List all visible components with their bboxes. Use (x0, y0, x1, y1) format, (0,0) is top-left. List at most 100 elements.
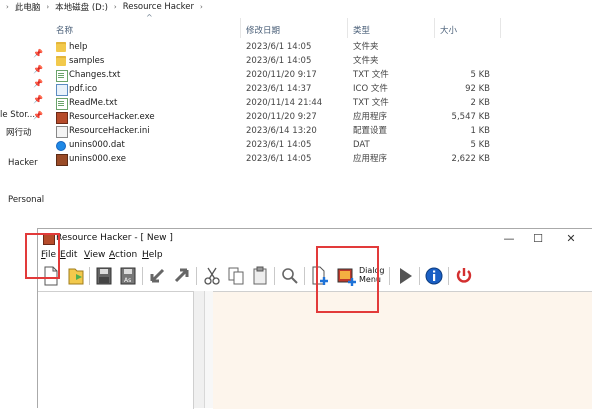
folder-icon (56, 42, 66, 52)
paste-icon[interactable] (250, 265, 270, 287)
nav-item-network-action[interactable]: 网行动 (6, 126, 32, 138)
file-row[interactable]: samples 2023/6/1 14:05 文件夹 (50, 54, 550, 68)
file-row[interactable]: unins000.dat 2023/6/1 14:05 DAT 5 KB (50, 138, 550, 152)
file-size: 2 KB (470, 98, 490, 108)
minimize-icon[interactable]: — (500, 231, 518, 247)
file-size: 1 KB (470, 126, 490, 136)
breadcrumb-resource-hacker[interactable]: Resource Hacker (123, 2, 194, 12)
menu-action[interactable]: Action (109, 250, 137, 260)
toolbar-separator (389, 267, 390, 285)
menu-bar: File Edit View Action Help (38, 249, 592, 263)
column-divider[interactable] (240, 18, 241, 38)
resource-hacker-window: Resource Hacker - [ New ] — ☐ ✕ File Edi… (37, 228, 592, 409)
menu-edit[interactable]: Edit (60, 250, 77, 260)
file-date: 2020/11/20 9:17 (246, 70, 317, 80)
resource-hacker-icon (56, 112, 68, 124)
dat-file-icon (56, 141, 66, 151)
play-icon[interactable] (395, 265, 415, 287)
toolbar-separator (304, 267, 305, 285)
folder-icon (56, 56, 66, 66)
nav-item-personal[interactable]: Personal (8, 195, 44, 205)
menu-view[interactable]: View (84, 250, 105, 260)
title-bar[interactable]: Resource Hacker - [ New ] — ☐ ✕ (38, 229, 592, 249)
pin-icon: 📌 (33, 49, 43, 58)
scissors-icon[interactable] (202, 265, 222, 287)
save-icon[interactable] (94, 265, 114, 287)
svg-text:As: As (124, 277, 131, 284)
open-file-icon[interactable] (66, 265, 86, 287)
file-row[interactable]: ReadMe.txt 2020/11/14 21:44 TXT 文件 2 KB (50, 96, 550, 110)
chevron-right-icon: › (113, 3, 117, 11)
file-type: 配置设置 (353, 126, 388, 136)
text-file-icon (56, 98, 68, 110)
forward-arrow-icon[interactable] (172, 265, 192, 287)
file-row[interactable]: help 2023/6/1 14:05 文件夹 (50, 40, 550, 54)
pin-icon: 📌 (33, 79, 43, 88)
column-divider[interactable] (347, 18, 348, 38)
toolbar: As Dialog Menu (38, 263, 592, 291)
file-row[interactable]: Changes.txt 2020/11/20 9:17 TXT 文件 5 KB (50, 68, 550, 82)
toolbar-separator (142, 267, 143, 285)
editor-pane[interactable] (213, 291, 592, 409)
file-row[interactable]: ResourceHacker.ini 2023/6/14 13:20 配置设置 … (50, 124, 550, 138)
menu-help[interactable]: Help (142, 250, 163, 260)
nav-item-store[interactable]: le Stor... (0, 110, 35, 120)
chevron-right-icon: › (6, 3, 9, 11)
file-type: 文件夹 (353, 56, 379, 66)
file-name: unins000.dat (69, 140, 125, 150)
info-icon[interactable] (424, 265, 444, 287)
file-date: 2023/6/14 13:20 (246, 126, 317, 136)
chevron-right-icon: › (46, 3, 50, 11)
toolbar-separator (274, 267, 275, 285)
file-name: samples (69, 56, 105, 66)
file-type: TXT 文件 (353, 98, 389, 108)
column-divider[interactable] (500, 18, 501, 38)
toolbar-separator (419, 267, 420, 285)
column-header-type[interactable]: 类型 (353, 24, 370, 36)
file-row[interactable]: pdf.ico 2023/6/1 14:37 ICO 文件 92 KB (50, 82, 550, 96)
save-as-icon[interactable]: As (118, 265, 138, 287)
file-name: ResourceHacker.ini (69, 126, 150, 136)
file-size: 5 KB (470, 140, 490, 150)
maximize-icon[interactable]: ☐ (529, 231, 547, 247)
nav-item-hacker[interactable]: Hacker (8, 158, 38, 168)
column-divider[interactable] (434, 18, 435, 38)
pane-splitter[interactable] (194, 291, 204, 408)
file-type: 文件夹 (353, 42, 379, 52)
file-type: TXT 文件 (353, 70, 389, 80)
back-arrow-icon[interactable] (147, 265, 167, 287)
toolbar-separator (448, 267, 449, 285)
file-name: Changes.txt (69, 70, 121, 80)
breadcrumb: › 此电脑 › 本地磁盘 (D:) › Resource Hacker › (0, 0, 592, 14)
file-date: 2023/6/1 14:05 (246, 42, 312, 52)
breadcrumb-this-pc[interactable]: 此电脑 (15, 1, 41, 13)
column-header-name[interactable]: 名称 (56, 24, 73, 36)
file-name: pdf.ico (69, 84, 98, 94)
column-header-date[interactable]: 修改日期 (246, 24, 280, 36)
ico-file-icon (56, 84, 68, 96)
column-header-size[interactable]: 大小 (440, 24, 457, 36)
file-size: 5,547 KB (451, 112, 490, 122)
file-type: ICO 文件 (353, 84, 388, 94)
file-type: 应用程序 (353, 154, 388, 164)
file-date: 2023/6/1 14:37 (246, 84, 312, 94)
highlight-add-resource (316, 246, 379, 313)
file-date: 2023/6/1 14:05 (246, 154, 312, 164)
breadcrumb-d-drive[interactable]: 本地磁盘 (D:) (55, 1, 108, 13)
highlight-file-menu (25, 233, 60, 279)
close-icon[interactable]: ✕ (562, 231, 580, 247)
file-row[interactable]: unins000.exe 2023/6/1 14:05 应用程序 2,622 K… (50, 152, 550, 166)
file-name: unins000.exe (69, 154, 126, 164)
file-date: 2023/6/1 14:05 (246, 56, 312, 66)
file-type: DAT (353, 140, 370, 150)
file-name: ResourceHacker.exe (69, 112, 155, 122)
magnifier-icon[interactable] (280, 265, 300, 287)
file-size: 92 KB (465, 84, 490, 94)
copy-icon[interactable] (226, 265, 246, 287)
pin-icon: 📌 (33, 65, 43, 74)
ini-file-icon (56, 126, 68, 138)
file-row[interactable]: ResourceHacker.exe 2020/11/20 9:27 应用程序 … (50, 110, 550, 124)
power-icon[interactable] (454, 265, 474, 287)
resource-tree-pane[interactable] (38, 291, 194, 409)
file-date: 2020/11/20 9:27 (246, 112, 317, 122)
